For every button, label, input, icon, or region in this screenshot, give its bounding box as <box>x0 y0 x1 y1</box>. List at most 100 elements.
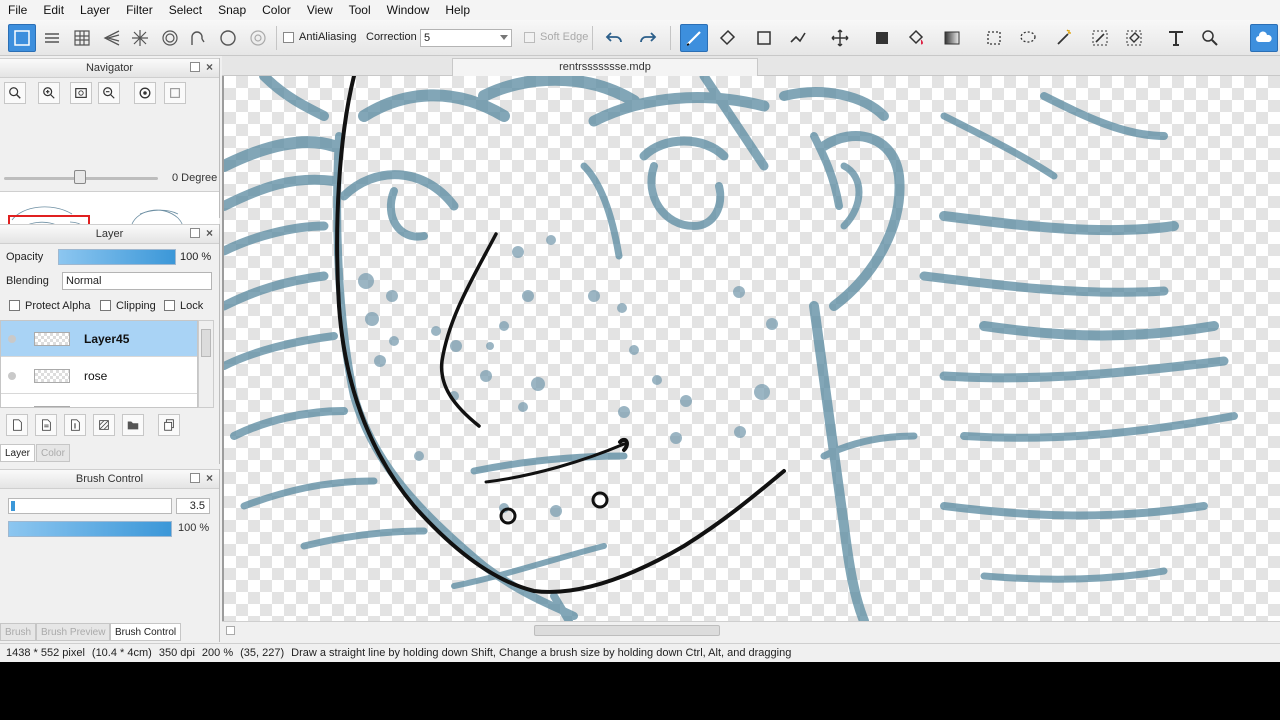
ellipse-icon <box>250 30 266 46</box>
flip-button[interactable] <box>164 82 186 104</box>
visibility-icon[interactable] <box>8 372 16 380</box>
sketch-layer <box>224 76 1238 621</box>
new-1bit-layer-button[interactable] <box>64 414 86 436</box>
duplicate-layer-button[interactable] <box>158 414 180 436</box>
snap-curve-button[interactable] <box>184 24 212 52</box>
brush-size-slider[interactable] <box>8 498 172 514</box>
layer-row-rose[interactable]: rose <box>1 358 197 394</box>
layer-row-partial[interactable] <box>1 395 197 407</box>
snap-concentric-button[interactable] <box>156 24 184 52</box>
menu-file[interactable]: File <box>4 0 31 20</box>
snap-ellipse-button[interactable] <box>244 24 272 52</box>
tab-brush[interactable]: Brush <box>0 623 37 641</box>
correction-value: 5 <box>424 32 431 44</box>
select-eraser-tool-button[interactable] <box>1120 24 1148 52</box>
document-tab[interactable]: rentrssssssse.mdp <box>452 58 758 76</box>
menubar: File Edit Layer Filter Select Snap Color… <box>0 0 1280 20</box>
halftone-layer-icon <box>42 419 51 431</box>
snap-circle-button[interactable] <box>214 24 242 52</box>
menu-tool[interactable]: Tool <box>345 0 375 20</box>
opacity-slider[interactable] <box>58 249 176 265</box>
float-panel-icon[interactable] <box>190 473 200 483</box>
clipping-label: Clipping <box>116 300 156 312</box>
move-tool-button[interactable] <box>826 24 854 52</box>
visibility-icon[interactable] <box>8 335 16 343</box>
navigator-title: Navigator <box>85 62 134 74</box>
menu-edit[interactable]: Edit <box>39 0 68 20</box>
scroll-left-icon[interactable] <box>226 626 235 635</box>
correction-select[interactable]: 5 <box>420 29 512 47</box>
blending-select[interactable]: Normal <box>62 272 212 290</box>
scrollbar-thumb[interactable] <box>201 329 211 357</box>
close-icon[interactable]: × <box>204 61 215 73</box>
new-halftone-layer-button[interactable] <box>35 414 57 436</box>
tab-brush-control[interactable]: Brush Control <box>110 623 182 641</box>
cloud-sync-button[interactable] <box>1250 24 1278 52</box>
brush-density-slider[interactable] <box>8 521 172 537</box>
menu-help[interactable]: Help <box>441 0 474 20</box>
zoom-actual-button[interactable] <box>4 82 26 104</box>
rotation-slider-thumb[interactable] <box>74 170 86 184</box>
new-tone-layer-button[interactable] <box>93 414 115 436</box>
zoom-out-button[interactable] <box>98 82 120 104</box>
rectangle-tool-button[interactable] <box>750 24 778 52</box>
float-panel-icon[interactable] <box>190 62 200 72</box>
menu-color[interactable]: Color <box>258 0 295 20</box>
close-icon[interactable]: × <box>204 472 215 484</box>
zoom-in-button[interactable] <box>38 82 60 104</box>
lasso-tool-button[interactable] <box>1014 24 1042 52</box>
protect-alpha-checkbox[interactable] <box>9 300 20 311</box>
antialiasing-checkbox[interactable] <box>283 32 294 43</box>
text-icon <box>1169 31 1183 46</box>
new-folder-button[interactable] <box>122 414 144 436</box>
filled-square-icon <box>876 32 888 44</box>
eraser-tool-button[interactable] <box>714 24 742 52</box>
rotate-reset-button[interactable] <box>134 82 156 104</box>
snap-grid-button[interactable] <box>68 24 96 52</box>
text-tool-button[interactable] <box>1162 24 1190 52</box>
tab-brush-preview[interactable]: Brush Preview <box>36 623 111 641</box>
polyline-tool-button[interactable] <box>784 24 812 52</box>
close-icon[interactable]: × <box>204 227 215 239</box>
tab-color[interactable]: Color <box>36 444 70 462</box>
soft-edge-checkbox[interactable] <box>524 32 535 43</box>
menu-snap[interactable]: Snap <box>214 0 250 20</box>
snap-off-button[interactable] <box>8 24 36 52</box>
hand-tool-button[interactable] <box>1196 24 1224 52</box>
redo-button[interactable] <box>634 24 662 52</box>
gradient-tool-button[interactable] <box>938 24 966 52</box>
magic-wand-tool-button[interactable] <box>1050 24 1078 52</box>
menu-layer[interactable]: Layer <box>76 0 114 20</box>
menu-window[interactable]: Window <box>383 0 434 20</box>
snap-perspective-button[interactable] <box>98 24 126 52</box>
menu-view[interactable]: View <box>303 0 337 20</box>
menu-filter[interactable]: Filter <box>122 0 157 20</box>
circle-icon <box>220 30 236 46</box>
bucket-tool-button[interactable] <box>902 24 930 52</box>
layer-row-layer45[interactable]: Layer45 <box>1 321 197 357</box>
scrollbar-thumb[interactable] <box>534 625 720 636</box>
layer-list-scrollbar[interactable] <box>198 320 214 408</box>
zoom-fit-button[interactable] <box>70 82 92 104</box>
select-eraser-icon <box>1126 30 1142 46</box>
snap-parallel-button[interactable] <box>38 24 66 52</box>
canvas-horizontal-scrollbar[interactable] <box>222 621 1280 639</box>
select-tool-button[interactable] <box>980 24 1008 52</box>
new-layer-icon <box>13 419 22 431</box>
menu-select[interactable]: Select <box>165 0 206 20</box>
tab-layer[interactable]: Layer <box>0 444 36 462</box>
float-panel-icon[interactable] <box>190 228 200 238</box>
lock-checkbox[interactable] <box>164 300 175 311</box>
select-pen-tool-button[interactable] <box>1086 24 1114 52</box>
fill-rect-tool-button[interactable] <box>868 24 896 52</box>
undo-button[interactable] <box>600 24 628 52</box>
brush-tool-button[interactable] <box>680 24 708 52</box>
clipping-checkbox[interactable] <box>100 300 111 311</box>
navigator-panel: Navigator × 0 Degree <box>0 58 220 275</box>
correction-label: Correction <box>366 31 417 43</box>
drawing-canvas[interactable] <box>222 76 1280 621</box>
brush-size-value[interactable]: 3.5 <box>176 498 210 514</box>
new-layer-button[interactable] <box>6 414 28 436</box>
snap-radial-button[interactable] <box>126 24 154 52</box>
layer-list: Layer45 rose <box>0 320 198 408</box>
